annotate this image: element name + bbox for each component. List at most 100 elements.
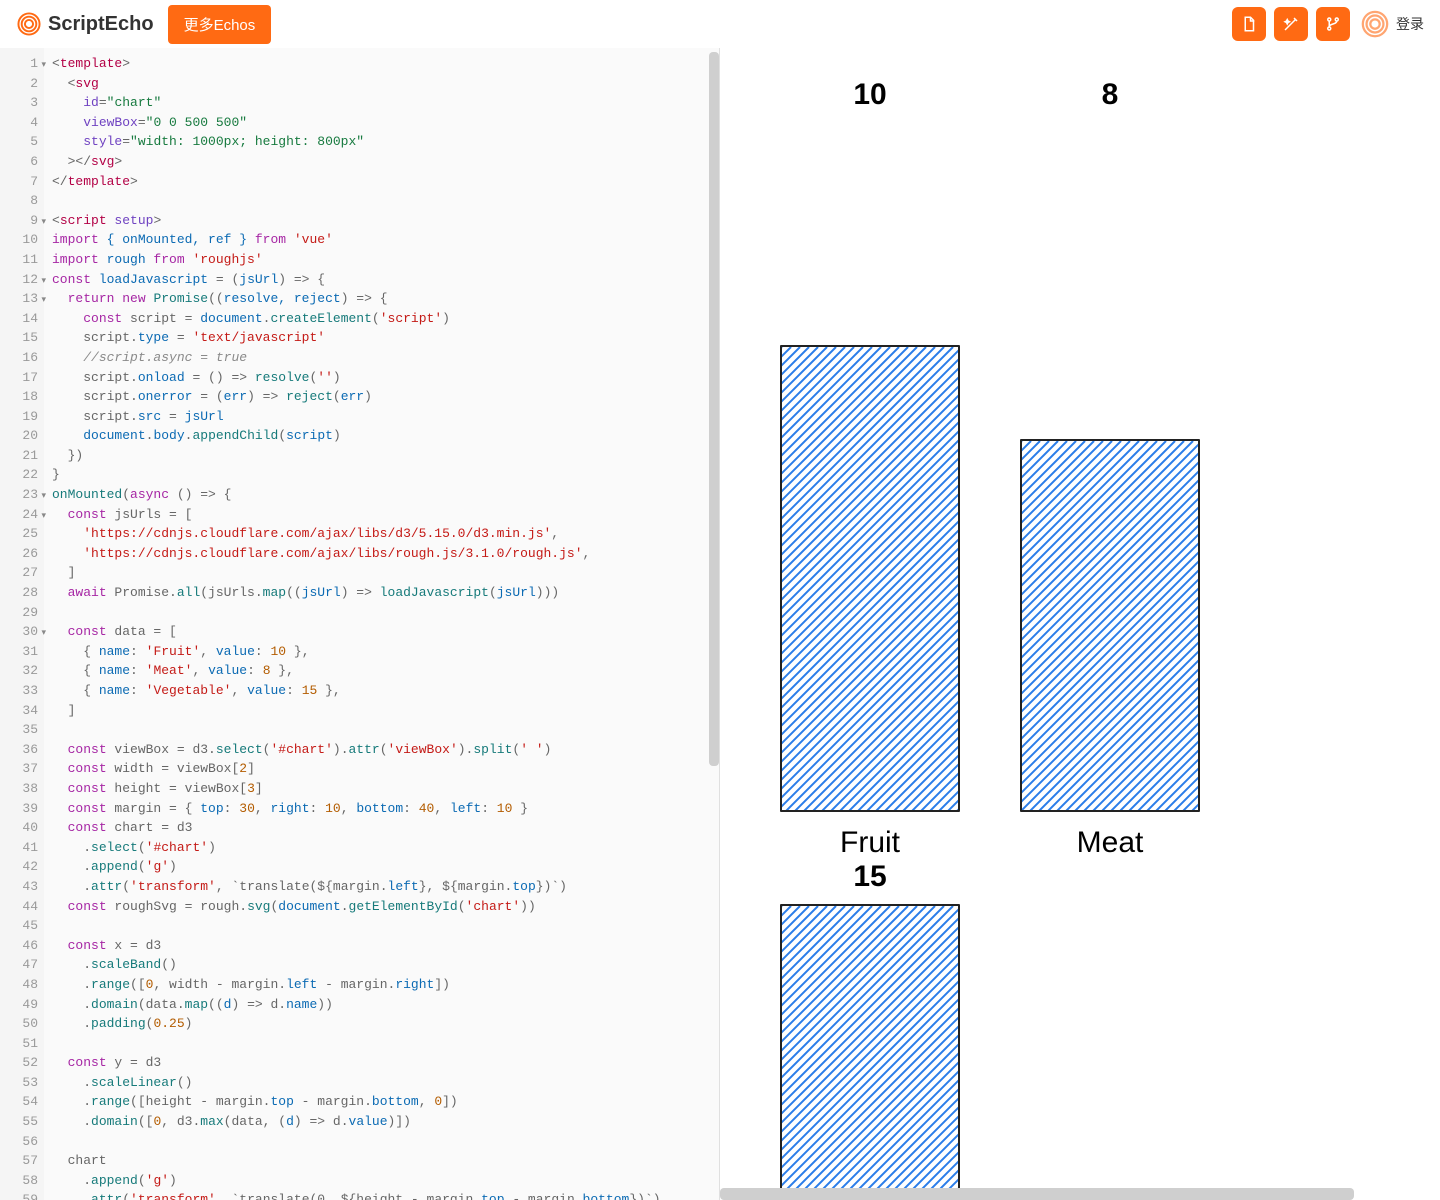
code-line[interactable]: .scaleBand() [52,955,711,975]
code-line[interactable] [52,603,711,623]
code-line[interactable]: .append('g') [52,1171,711,1191]
git-branch-icon [1324,15,1342,33]
code-line[interactable]: const height = viewBox[3] [52,779,711,799]
line-number: 53 [0,1073,38,1093]
bar-chart: 10Fruit8Meat15Vegetable [720,48,1440,1200]
code-line[interactable]: script.type = 'text/javascript' [52,328,711,348]
line-number: 12▾ [0,270,38,290]
line-number: 7 [0,172,38,192]
brand-name: ScriptEcho [48,13,154,36]
code-line[interactable]: script.onload = () => resolve('') [52,368,711,388]
code-line[interactable]: const chart = d3 [52,818,711,838]
line-number: 17 [0,368,38,388]
code-line[interactable]: id="chart" [52,93,711,113]
code-line[interactable]: ></svg> [52,152,711,172]
code-line[interactable]: .range([height - margin.top - margin.bot… [52,1092,711,1112]
preview-horizontal-scrollbar[interactable] [720,1188,1440,1200]
bar [1020,439,1200,812]
code-line[interactable]: .domain(data.map((d) => d.name)) [52,995,711,1015]
code-line[interactable]: style="width: 1000px; height: 800px" [52,132,711,152]
line-number: 44 [0,897,38,917]
code-line[interactable]: const viewBox = d3.select('#chart').attr… [52,740,711,760]
code-line[interactable]: document.body.appendChild(script) [52,426,711,446]
line-number: 41 [0,838,38,858]
code-line[interactable] [52,720,711,740]
fingerprint-icon [16,11,42,37]
line-number: 37 [0,759,38,779]
code-line[interactable]: import { onMounted, ref } from 'vue' [52,230,711,250]
code-line[interactable]: .attr('transform', `translate(0, ${heigh… [52,1190,711,1200]
line-number: 36 [0,740,38,760]
code-line[interactable]: script.src = jsUrl [52,407,711,427]
code-line[interactable]: import rough from 'roughjs' [52,250,711,270]
code-line[interactable]: <svg [52,74,711,94]
code-line[interactable]: } [52,465,711,485]
code-line[interactable]: const margin = { top: 30, right: 10, bot… [52,799,711,819]
line-number: 31 [0,642,38,662]
line-number: 27 [0,563,38,583]
line-number: 22 [0,465,38,485]
code-line[interactable] [52,1132,711,1152]
code-line[interactable]: .padding(0.25) [52,1014,711,1034]
code-editor[interactable]: <template> <svg id="chart" viewBox="0 0 … [44,48,719,1200]
code-line[interactable]: ] [52,701,711,721]
line-number: 33 [0,681,38,701]
code-line[interactable]: //script.async = true [52,348,711,368]
code-line[interactable]: { name: 'Fruit', value: 10 }, [52,642,711,662]
code-line[interactable]: const x = d3 [52,936,711,956]
brand-logo[interactable]: ScriptEcho [16,11,154,37]
code-line[interactable]: const loadJavascript = (jsUrl) => { [52,270,711,290]
line-number: 43 [0,877,38,897]
line-number: 15 [0,328,38,348]
code-line[interactable]: </template> [52,172,711,192]
code-line[interactable]: return new Promise((resolve, reject) => … [52,289,711,309]
bar-group: 15Vegetable [780,860,960,1200]
code-line[interactable]: const jsUrls = [ [52,505,711,525]
more-echos-button[interactable]: 更多Echos [168,5,272,44]
code-line[interactable]: { name: 'Meat', value: 8 }, [52,661,711,681]
preview-pane: 10Fruit8Meat15Vegetable [720,48,1440,1200]
code-line[interactable]: const roughSvg = rough.svg(document.getE… [52,897,711,917]
editor-vertical-scrollbar[interactable] [709,52,719,766]
code-line[interactable]: onMounted(async () => { [52,485,711,505]
line-number: 39 [0,799,38,819]
code-line[interactable]: .range([0, width - margin.left - margin.… [52,975,711,995]
magic-wand-button[interactable] [1274,7,1308,41]
bar-category-label: Meat [1020,826,1200,860]
code-line[interactable]: script.onerror = (err) => reject(err) [52,387,711,407]
code-line[interactable]: <template> [52,54,711,74]
code-line[interactable]: .select('#chart') [52,838,711,858]
code-line[interactable]: 'https://cdnjs.cloudflare.com/ajax/libs/… [52,524,711,544]
line-number: 32 [0,661,38,681]
scrollbar-thumb[interactable] [720,1188,1354,1200]
code-line[interactable] [52,916,711,936]
code-line[interactable]: await Promise.all(jsUrls.map((jsUrl) => … [52,583,711,603]
git-branch-button[interactable] [1316,7,1350,41]
code-line[interactable]: const width = viewBox[2] [52,759,711,779]
code-line[interactable]: { name: 'Vegetable', value: 15 }, [52,681,711,701]
code-line[interactable]: 'https://cdnjs.cloudflare.com/ajax/libs/… [52,544,711,564]
line-number: 13▾ [0,289,38,309]
line-number: 26 [0,544,38,564]
code-line[interactable]: chart [52,1151,711,1171]
code-line[interactable] [52,1034,711,1054]
code-line[interactable]: viewBox="0 0 500 500" [52,113,711,133]
line-number: 30▾ [0,622,38,642]
code-line[interactable]: }) [52,446,711,466]
code-line[interactable]: .append('g') [52,857,711,877]
code-line[interactable]: const script = document.createElement('s… [52,309,711,329]
code-line[interactable] [52,191,711,211]
code-line[interactable]: const data = [ [52,622,711,642]
line-number: 50 [0,1014,38,1034]
code-line[interactable]: ] [52,563,711,583]
code-line[interactable]: .domain([0, d3.max(data, (d) => d.value)… [52,1112,711,1132]
new-document-button[interactable] [1232,7,1266,41]
code-line[interactable]: .scaleLinear() [52,1073,711,1093]
line-number-gutter: 1▾23456789▾101112▾13▾1415161718192021222… [0,48,44,1200]
code-line[interactable]: .attr('transform', `translate(${margin.l… [52,877,711,897]
code-line[interactable]: <script setup> [52,211,711,231]
bar-category-label: Fruit [780,826,960,860]
code-line[interactable]: const y = d3 [52,1053,711,1073]
login-link[interactable]: 登录 [1396,14,1424,34]
bar-value-label: 15 [780,860,960,894]
